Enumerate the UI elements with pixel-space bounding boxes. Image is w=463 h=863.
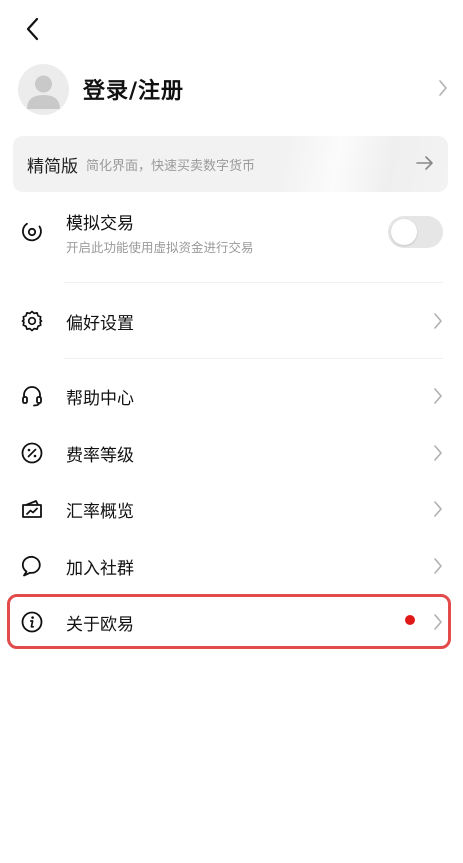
menu-item-about[interactable]: 关于欧易 <box>18 606 443 638</box>
divider <box>64 358 443 359</box>
user-avatar-icon <box>27 75 60 109</box>
chevron-right-icon <box>434 445 442 461</box>
menu-item-label: 偏好设置 <box>66 313 134 334</box>
gear-icon <box>18 307 46 335</box>
toggle-knob <box>391 219 417 245</box>
login-register-row[interactable]: 登录/注册 <box>18 62 448 116</box>
chevron-right-icon <box>434 388 442 404</box>
simulated-trading-label: 模拟交易 <box>66 213 134 234</box>
trend-card-icon <box>18 495 46 523</box>
lite-version-banner[interactable]: 精简版 简化界面，快速买卖数字货币 <box>13 136 448 192</box>
headset-icon <box>18 382 46 410</box>
simulated-trading-row: 模拟交易 开启此功能使用虚拟资金进行交易 <box>18 210 443 255</box>
menu-item-label: 帮助中心 <box>66 388 134 409</box>
lite-version-title: 精简版 <box>27 156 78 177</box>
menu-item-join-community[interactable]: 加入社群 <box>18 550 443 582</box>
login-register-title: 登录/注册 <box>83 79 185 104</box>
menu-item-preferences[interactable]: 偏好设置 <box>18 305 443 337</box>
menu-item-exchange-rates[interactable]: 汇率概览 <box>18 493 443 525</box>
divider <box>64 282 443 283</box>
menu-item-label: 汇率概览 <box>66 501 134 522</box>
simulated-trading-toggle[interactable] <box>388 216 443 248</box>
menu-item-label: 费率等级 <box>66 445 134 466</box>
chevron-right-icon <box>434 501 442 517</box>
arrow-right-icon <box>416 156 433 170</box>
chevron-right-icon <box>434 614 442 630</box>
avatar <box>18 63 69 115</box>
lite-version-subtitle: 简化界面，快速买卖数字货币 <box>86 158 256 174</box>
chevron-right-icon <box>434 313 442 329</box>
menu-item-label: 关于欧易 <box>66 614 134 635</box>
target-icon <box>18 218 46 246</box>
menu-item-help-center[interactable]: 帮助中心 <box>18 380 443 412</box>
percent-icon <box>18 439 46 467</box>
notification-dot <box>405 615 415 625</box>
chevron-right-icon <box>434 558 442 574</box>
chevron-left-icon <box>26 17 39 41</box>
menu-item-fee-tier[interactable]: 费率等级 <box>18 437 443 469</box>
back-button[interactable] <box>18 14 46 44</box>
chevron-right-icon <box>439 80 447 96</box>
simulated-trading-desc: 开启此功能使用虚拟资金进行交易 <box>66 239 254 255</box>
info-icon <box>18 608 46 636</box>
chat-bubble-icon <box>18 552 46 580</box>
menu-item-label: 加入社群 <box>66 558 134 579</box>
